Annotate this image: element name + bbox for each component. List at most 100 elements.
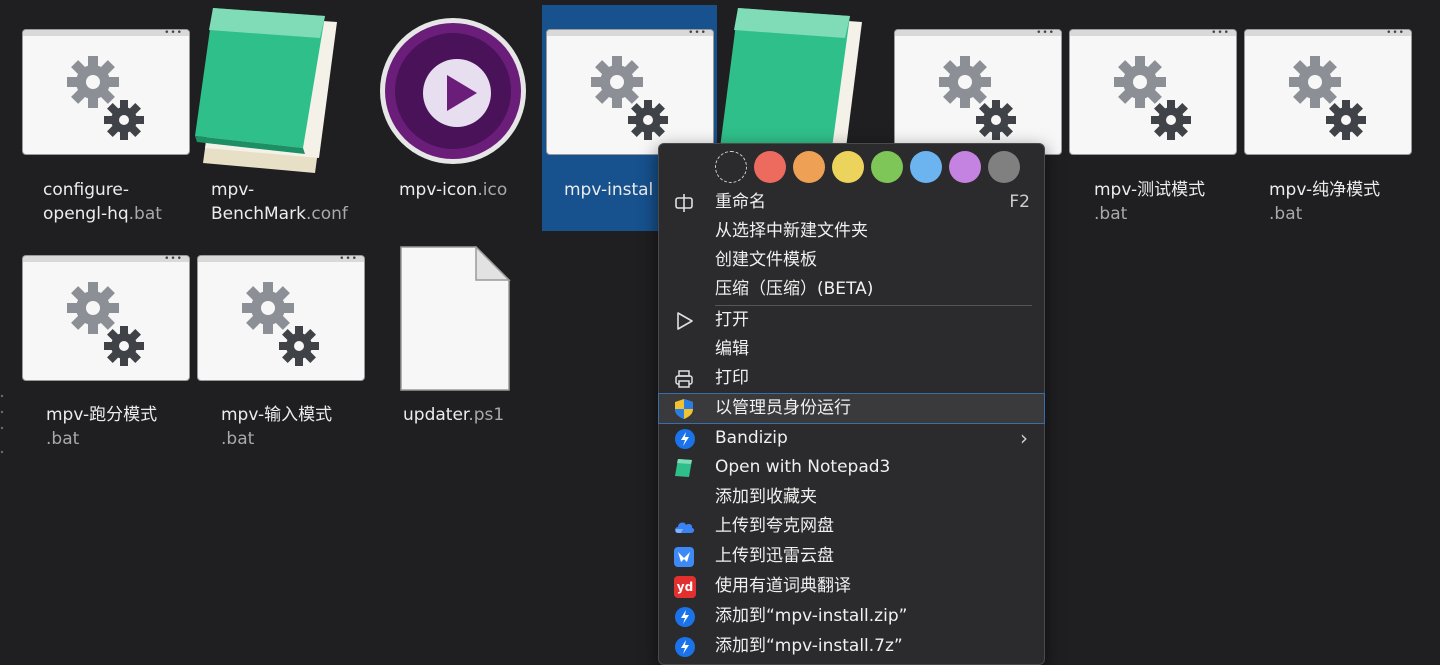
rename-icon: [675, 194, 693, 212]
youdao-icon: yd: [674, 576, 696, 598]
file-name-line1: mpv-: [211, 180, 255, 200]
file-name-line1: updater: [403, 405, 469, 425]
file-thumbnail-bat[interactable]: •••: [198, 255, 364, 380]
gear-icon: [67, 282, 144, 366]
file-name[interactable]: mpv-icon.ico: [399, 178, 507, 202]
file-extension: .bat: [1094, 204, 1128, 224]
color-tag-purple[interactable]: [949, 151, 981, 183]
file-name-line1: mpv-instal: [564, 180, 654, 200]
menu-item-bandizip[interactable]: Bandizip ›: [659, 424, 1044, 453]
file-name-line1: mpv-输入模式: [221, 405, 333, 425]
file-thumbnail-bat[interactable]: •••: [1245, 29, 1411, 154]
menu-item-youdao-translate[interactable]: yd 使用有道词典翻译: [659, 572, 1044, 601]
menu-item-label: 上传到夸克网盘: [715, 516, 834, 536]
file-extension: .ps1: [468, 405, 505, 425]
menu-item-label: 上传到迅雷云盘: [715, 546, 834, 566]
file-name[interactable]: mpv-跑分模式 .bat: [46, 403, 157, 451]
menu-item-label: 重命名: [715, 192, 766, 212]
file-thumbnail-bat[interactable]: •••: [895, 29, 1061, 154]
mpv-logo-icon: [380, 18, 526, 164]
notepad-file-icon[interactable]: [720, 8, 870, 152]
file-name[interactable]: mpv-测试模式 .bat: [1094, 178, 1205, 226]
menu-item-label: 添加到“mpv-install.zip”: [715, 606, 908, 626]
blank-document-icon: [400, 245, 511, 391]
gear-icon: [1289, 56, 1366, 140]
file-thumbnail-bat[interactable]: •••: [23, 29, 189, 154]
document-file-icon[interactable]: [400, 245, 512, 396]
menu-item-upload-quark[interactable]: 上传到夸克网盘: [659, 512, 1044, 541]
menu-item-edit[interactable]: 编辑: [659, 335, 1044, 364]
file-name-line1: mpv-icon: [399, 180, 478, 200]
file-thumbnail-bat[interactable]: •••: [1070, 29, 1236, 154]
context-menu: 重命名 F2 从选择中新建文件夹 创建文件模板 压缩（压缩）(BETA) 打开 …: [658, 143, 1045, 665]
file-extension: .bat: [46, 429, 80, 449]
notepad-icon: [195, 8, 337, 173]
color-tag-orange[interactable]: [793, 151, 825, 183]
scroll-indicator: [0, 394, 4, 454]
bandizip-icon: [675, 607, 695, 627]
printer-icon: [675, 370, 693, 388]
color-tag-row: [715, 151, 1020, 183]
chevron-right-icon: ›: [1020, 426, 1028, 450]
menu-item-add-to-favorites[interactable]: 添加到收藏夹: [659, 483, 1044, 512]
notepad-file-icon[interactable]: [195, 8, 345, 182]
menu-item-add-to-7z[interactable]: 添加到“mpv-install.7z”: [659, 632, 1044, 661]
menu-item-compress[interactable]: 压缩（压缩）(BETA): [659, 275, 1044, 304]
menu-item-new-folder-from-selection[interactable]: 从选择中新建文件夹: [659, 217, 1044, 246]
file-name[interactable]: configure- opengl-hq.bat: [43, 178, 162, 226]
menu-item-create-template[interactable]: 创建文件模板: [659, 246, 1044, 275]
menu-item-rename[interactable]: 重命名 F2: [659, 188, 1044, 217]
menu-item-label: 编辑: [715, 339, 749, 359]
bandizip-icon: [675, 637, 695, 657]
color-tag-red[interactable]: [754, 151, 786, 183]
gear-icon: [1114, 56, 1191, 140]
menu-item-label: 从选择中新建文件夹: [715, 221, 868, 241]
bandizip-icon: [675, 429, 695, 449]
xunlei-icon: [674, 547, 694, 567]
menu-item-label: 使用有道词典翻译: [715, 576, 851, 596]
file-name-line2: opengl-hq: [43, 204, 129, 224]
file-name-line1: mpv-测试模式: [1094, 180, 1206, 200]
file-name[interactable]: mpv- BenchMark.conf: [211, 178, 348, 226]
file-extension: .conf: [305, 204, 348, 224]
menu-item-upload-xunlei[interactable]: 上传到迅雷云盘: [659, 542, 1044, 571]
menu-item-add-to-zip[interactable]: 添加到“mpv-install.zip”: [659, 602, 1044, 631]
file-extension: .ico: [477, 180, 508, 200]
menu-item-label: 打开: [715, 310, 749, 330]
gear-icon: [939, 56, 1016, 140]
color-tag-gray[interactable]: [988, 151, 1020, 183]
quark-cloud-icon: [675, 522, 695, 533]
menu-item-open-with-notepad3[interactable]: Open with Notepad3: [659, 453, 1044, 482]
menu-item-open[interactable]: 打开: [659, 306, 1044, 335]
color-tag-none[interactable]: [715, 151, 747, 183]
menu-item-label: 添加到“mpv-install.7z”: [715, 636, 903, 656]
file-name-line2: BenchMark: [211, 204, 306, 224]
menu-item-print[interactable]: 打印: [659, 364, 1044, 393]
file-thumbnail-bat[interactable]: •••: [23, 255, 189, 380]
file-name[interactable]: updater.ps1: [403, 403, 504, 427]
file-thumbnail-bat-selected[interactable]: •••: [547, 29, 713, 154]
gear-icon: [591, 56, 668, 140]
menu-item-label: 打印: [715, 368, 749, 388]
menu-item-label: 压缩（压缩）(BETA): [715, 279, 874, 299]
file-extension: .bat: [1269, 204, 1303, 224]
color-tag-blue[interactable]: [910, 151, 942, 183]
notepad-icon: [720, 8, 862, 148]
file-name-selected[interactable]: mpv-instal: [564, 178, 653, 202]
menu-item-label: Bandizip: [715, 428, 788, 448]
menu-item-shortcut: F2: [1009, 192, 1030, 212]
play-icon: [677, 312, 693, 330]
menu-item-run-as-admin[interactable]: 以管理员身份运行: [658, 393, 1045, 424]
file-name-line1: configure-: [43, 180, 130, 200]
file-name-line1: mpv-纯净模式: [1269, 180, 1381, 200]
file-extension: .bat: [221, 429, 255, 449]
color-tag-yellow[interactable]: [832, 151, 864, 183]
gear-icon: [242, 282, 319, 366]
menu-item-label: 创建文件模板: [715, 250, 817, 270]
mpv-file-icon[interactable]: [379, 17, 529, 171]
youdao-badge-text: yd: [676, 579, 694, 594]
file-name[interactable]: mpv-纯净模式 .bat: [1269, 178, 1380, 226]
file-name[interactable]: mpv-输入模式 .bat: [221, 403, 332, 451]
color-tag-green[interactable]: [871, 151, 903, 183]
uac-shield-icon: [675, 399, 693, 419]
